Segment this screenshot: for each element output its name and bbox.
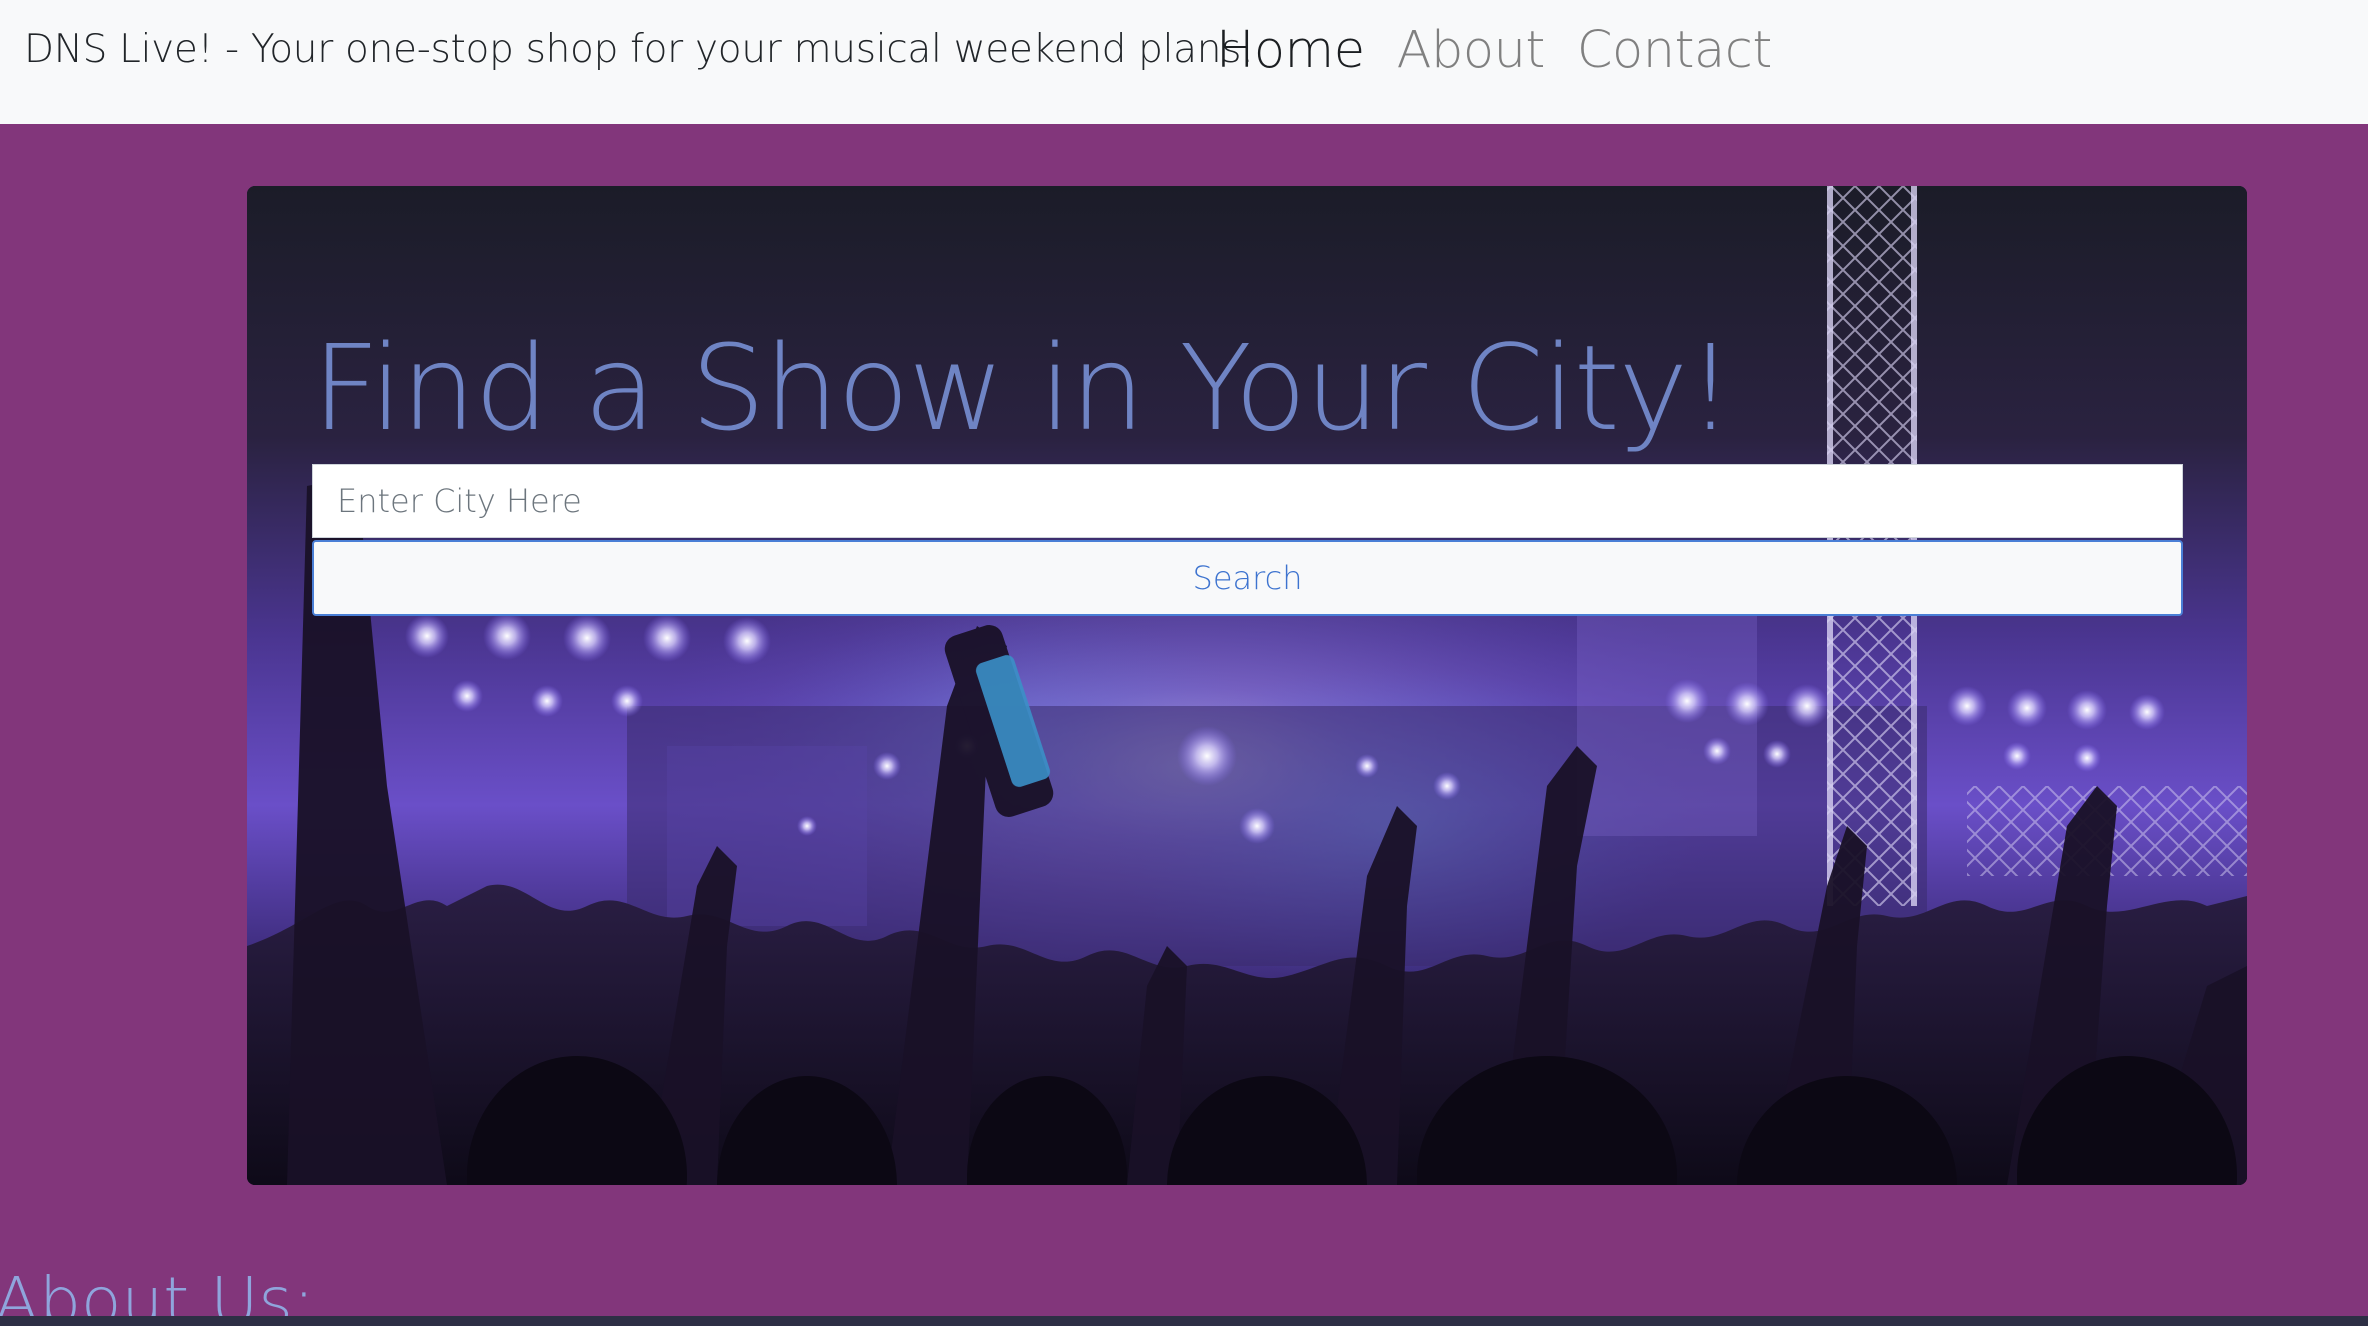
nav-links: Home About Contact [1216,18,1804,82]
hero-title: Find a Show in Your City! [312,319,1734,457]
page-bottom-edge [0,1316,2368,1326]
hero-jumbotron: Find a Show in Your City! Search [247,186,2247,1185]
nav-link-contact[interactable]: Contact [1577,21,1772,80]
city-search-input[interactable] [312,464,2183,538]
nav-link-home[interactable]: Home [1216,21,1365,80]
navbar: DNS Live! - Your one-stop shop for your … [0,0,2368,124]
search-button[interactable]: Search [312,540,2183,616]
brand-link[interactable]: DNS Live! - Your one-stop shop for your … [24,24,1254,76]
nav-link-about[interactable]: About [1397,21,1546,80]
